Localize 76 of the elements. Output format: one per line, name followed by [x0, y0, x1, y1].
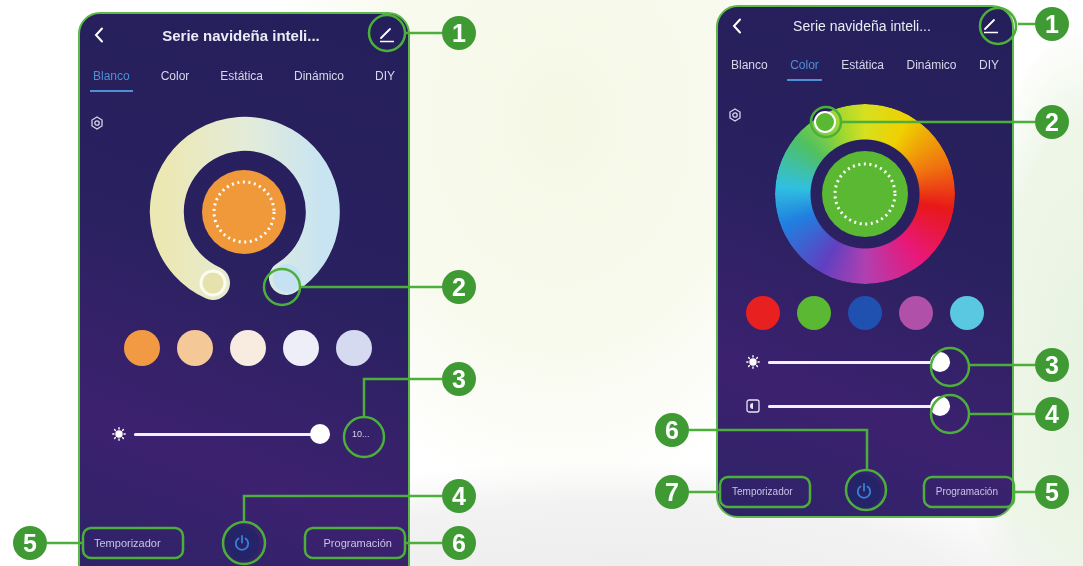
color-swatch[interactable] — [177, 330, 213, 366]
color-swatch[interactable] — [797, 296, 831, 330]
tab[interactable]: Estática — [838, 45, 887, 81]
callout-marker: 7 — [655, 475, 689, 509]
highlight-ring — [367, 13, 407, 53]
tab[interactable]: Dinámico — [291, 56, 347, 92]
highlight-ring — [844, 468, 888, 512]
brightness-icon — [746, 355, 760, 369]
callout-marker: 2 — [442, 270, 476, 304]
color-swatch[interactable] — [746, 296, 780, 330]
slider-track[interactable] — [134, 424, 330, 444]
timer-button[interactable]: Temporizador — [86, 531, 169, 555]
callout-marker: 4 — [1035, 397, 1069, 431]
leader-line — [1014, 490, 1035, 494]
highlight-ring — [929, 346, 971, 388]
callout-marker: 3 — [442, 362, 476, 396]
color-swatch[interactable] — [899, 296, 933, 330]
slider-track[interactable] — [768, 396, 950, 416]
highlight-ring — [929, 393, 971, 435]
highlight-ring — [978, 6, 1018, 46]
leader-line — [405, 31, 442, 35]
tab[interactable]: Blanco — [90, 56, 133, 92]
highlight-ring — [221, 520, 267, 566]
leader-line — [405, 541, 442, 545]
tone-ring[interactable] — [149, 116, 340, 300]
ring-handle[interactable] — [199, 269, 227, 297]
edit-icon[interactable] — [378, 27, 396, 43]
schedule-button[interactable]: Programación — [315, 531, 400, 555]
ring-handle[interactable] — [273, 264, 301, 292]
power-icon — [233, 534, 252, 552]
power-icon — [855, 482, 874, 500]
power-button[interactable] — [225, 526, 260, 560]
tab[interactable]: Estática — [217, 56, 266, 92]
schedule-button[interactable]: Programación — [927, 479, 1006, 503]
highlight-ring — [809, 105, 843, 139]
slider-track[interactable] — [768, 352, 950, 372]
back-icon[interactable] — [94, 27, 104, 43]
leader-line — [47, 541, 83, 545]
tab[interactable]: DIY — [975, 45, 1002, 81]
screen-title: Serie navideña inteli... — [162, 26, 320, 44]
tab[interactable]: Blanco — [728, 45, 771, 81]
callout-marker: 3 — [1035, 348, 1069, 382]
color-swatch[interactable] — [950, 296, 984, 330]
square-icon — [746, 399, 760, 413]
callout-marker: 6 — [442, 526, 476, 560]
timer-button[interactable]: Temporizador — [724, 479, 801, 503]
callout-marker: 1 — [442, 16, 476, 50]
slider-thumb[interactable] — [310, 424, 330, 444]
tab[interactable]: Color — [157, 56, 193, 92]
callout-marker: 4 — [442, 479, 476, 513]
screen-title: Serie navideña inteli... — [793, 18, 931, 34]
color-swatch[interactable] — [848, 296, 882, 330]
highlight-ring — [342, 415, 386, 459]
power-button[interactable] — [847, 474, 882, 508]
tab[interactable]: Dinámico — [903, 45, 960, 81]
settings-icon[interactable] — [90, 116, 104, 130]
callout-marker: 5 — [13, 526, 47, 560]
callout-marker: 5 — [1035, 475, 1069, 509]
color-swatch[interactable] — [283, 330, 319, 366]
settings-icon[interactable] — [728, 108, 742, 122]
callout-marker: 1 — [1035, 7, 1069, 41]
callout-marker: 6 — [655, 413, 689, 447]
callout-marker: 2 — [1035, 105, 1069, 139]
color-swatch[interactable] — [230, 330, 266, 366]
brightness-icon — [112, 427, 126, 441]
back-icon[interactable] — [732, 18, 742, 34]
color-swatch[interactable] — [124, 330, 160, 366]
leader-line — [689, 490, 720, 494]
leader-line — [970, 363, 1035, 367]
tab[interactable]: DIY — [371, 56, 398, 92]
leader-line — [970, 412, 1035, 416]
highlight-ring — [262, 267, 302, 307]
edit-icon[interactable] — [982, 18, 1000, 34]
color-swatch[interactable] — [336, 330, 372, 366]
slider-value: 10... — [352, 429, 370, 439]
tab[interactable]: Color — [787, 45, 822, 81]
